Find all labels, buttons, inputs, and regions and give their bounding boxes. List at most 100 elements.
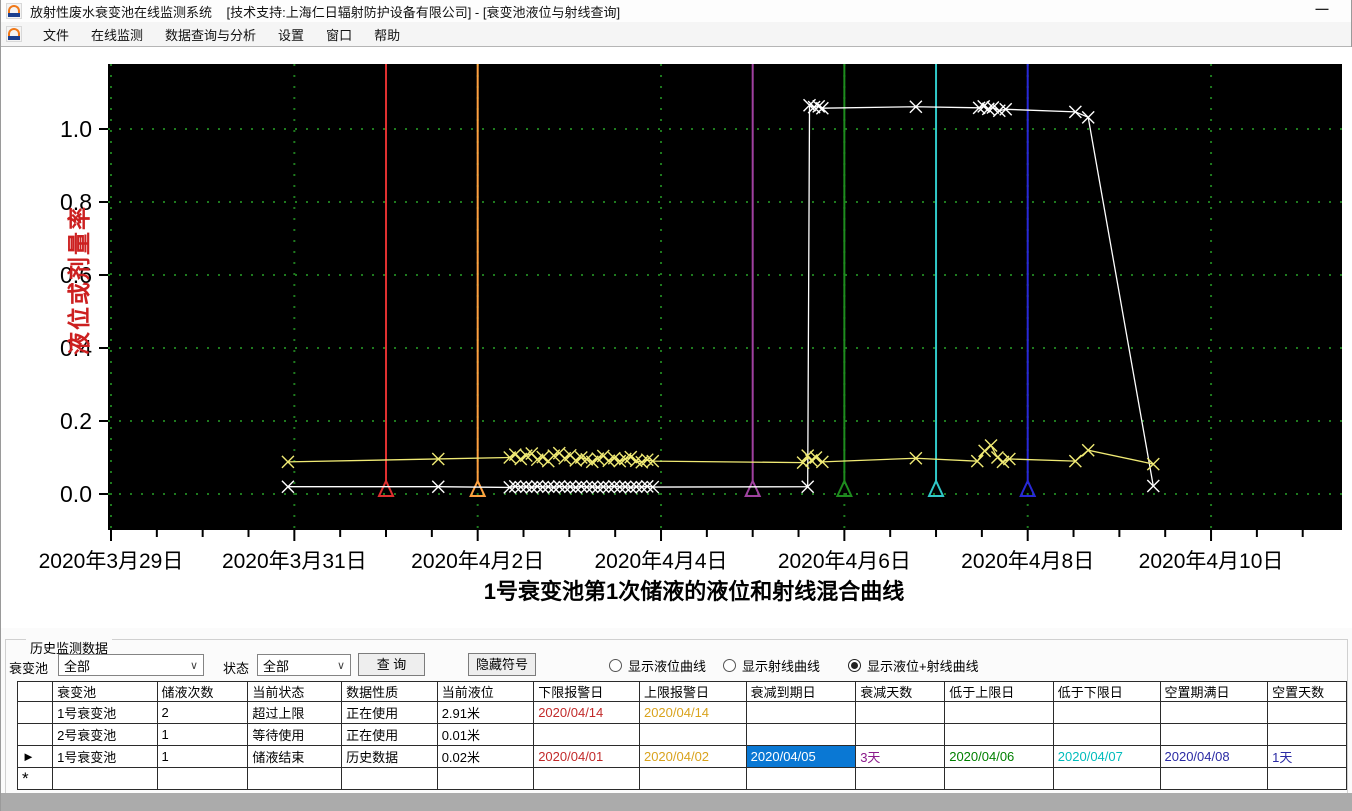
col-header-9[interactable]: 低于上限日 — [944, 681, 1054, 702]
table-cell[interactable] — [944, 767, 1054, 790]
table-cell[interactable]: 正在使用 — [341, 723, 438, 746]
table-cell[interactable]: 2020/04/14 — [638, 701, 747, 724]
radio-circle-icon — [723, 659, 736, 672]
mdi-child-icon[interactable] — [6, 26, 22, 42]
row-selector[interactable] — [17, 723, 54, 746]
table-cell[interactable]: 2020/04/08 — [1159, 745, 1269, 768]
col-header-2[interactable]: 当前状态 — [247, 681, 343, 702]
table-cell[interactable] — [533, 723, 640, 746]
table-cell[interactable] — [745, 701, 857, 724]
table-cell[interactable]: 超过上限 — [247, 701, 343, 724]
table-cell[interactable] — [855, 701, 946, 724]
table-cell[interactable] — [1159, 767, 1269, 790]
table-cell[interactable] — [436, 767, 535, 790]
table-cell[interactable] — [1159, 701, 1269, 724]
table-cell[interactable] — [1052, 701, 1161, 724]
menu-bar: 文件 在线监测 数据查询与分析 设置 窗口 帮助 — [1, 22, 1351, 47]
table-cell[interactable] — [247, 767, 343, 790]
table-cell[interactable]: 1 — [156, 745, 249, 768]
table-cell[interactable] — [1052, 723, 1161, 746]
table-cell[interactable] — [533, 767, 640, 790]
current-row-indicator[interactable]: ► — [17, 745, 54, 768]
table-cell[interactable] — [1267, 723, 1347, 746]
col-header-12[interactable]: 空置天数 — [1267, 681, 1347, 702]
table-cell[interactable] — [745, 723, 857, 746]
radio-label: 显示液位曲线 — [628, 659, 707, 674]
status-select[interactable]: 全部 ∨ — [257, 654, 351, 676]
table-cell[interactable] — [944, 723, 1054, 746]
col-header-0[interactable]: 衰变池 — [52, 681, 158, 702]
table-cell[interactable] — [156, 767, 249, 790]
horizontal-scrollbar-track[interactable] — [1, 793, 1352, 811]
radio-level-plus-ray-curve[interactable]: 显示液位+射线曲线 — [848, 656, 979, 675]
table-cell[interactable]: 2020/04/14 — [533, 701, 640, 724]
app-window: 放射性废水衰变池在线监测系统 [技术支持:上海仁日辐射防护设备有限公司] - [… — [0, 0, 1352, 811]
table-cell[interactable]: 1天 — [1267, 745, 1347, 768]
row-selector[interactable] — [17, 701, 54, 724]
menu-item-0[interactable]: 文件 — [32, 25, 80, 46]
col-header-6[interactable]: 上限报警日 — [638, 681, 747, 702]
svg-text:1.0: 1.0 — [60, 116, 92, 142]
table-cell[interactable] — [52, 767, 158, 790]
table-cell[interactable]: 2020/04/01 — [533, 745, 640, 768]
table-cell[interactable]: 2020/04/02 — [638, 745, 747, 768]
table-cell[interactable]: 历史数据 — [341, 745, 438, 768]
minimize-button[interactable]: — — [1313, 2, 1331, 17]
radio-level-curve[interactable]: 显示液位曲线 — [609, 656, 706, 675]
table-cell[interactable] — [745, 767, 857, 790]
chevron-down-icon: ∨ — [336, 659, 345, 672]
radio-circle-icon — [848, 659, 861, 672]
chart-title: 1号衰变池第1次储液的液位和射线混合曲线 — [484, 579, 904, 604]
table-cell[interactable]: 0.01米 — [436, 723, 535, 746]
table-cell[interactable]: 正在使用 — [341, 701, 438, 724]
table-cell[interactable] — [855, 767, 946, 790]
table-cell[interactable]: 1号衰变池 — [52, 745, 158, 768]
history-section: 历史监测数据 衰变池 全部 ∨ 状态 全部 ∨ 查 询 隐藏符号 显示液位曲线显… — [1, 628, 1352, 811]
table-cell[interactable] — [1267, 767, 1347, 790]
table-cell[interactable]: 1 — [156, 723, 249, 746]
hide-symbols-button[interactable]: 隐藏符号 — [468, 653, 536, 676]
table-cell[interactable] — [1267, 701, 1347, 724]
table-cell[interactable] — [638, 723, 747, 746]
new-row-indicator[interactable]: * — [17, 767, 54, 790]
col-header-5[interactable]: 下限报警日 — [533, 681, 640, 702]
col-header-11[interactable]: 空置期满日 — [1159, 681, 1269, 702]
col-header-1[interactable]: 储液次数 — [156, 681, 249, 702]
table-cell[interactable]: 3天 — [855, 745, 946, 768]
table-cell[interactable] — [341, 767, 438, 790]
table-cell[interactable] — [1052, 767, 1161, 790]
col-header-7[interactable]: 衰减到期日 — [745, 681, 857, 702]
selected-cell[interactable]: 2020/04/05 — [745, 745, 857, 768]
title-bar: 放射性废水衰变池在线监测系统 [技术支持:上海仁日辐射防护设备有限公司] - [… — [1, 0, 1351, 22]
query-button[interactable]: 查 询 — [358, 653, 425, 676]
table-cell[interactable]: 储液结束 — [247, 745, 343, 768]
col-header-8[interactable]: 衰减天数 — [855, 681, 946, 702]
history-table: 衰变池 储液次数 当前状态 数据性质 当前液位 下限报警日 上限报警日 衰减到期日 衰减天数 低于… — [17, 681, 1347, 790]
table-cell[interactable]: 1号衰变池 — [52, 701, 158, 724]
table-cell[interactable]: 2号衰变池 — [52, 723, 158, 746]
menu-item-1[interactable]: 在线监测 — [80, 25, 154, 46]
table-cell[interactable]: 2 — [156, 701, 249, 724]
table-cell[interactable]: 0.02米 — [436, 745, 535, 768]
svg-text:2020年4月4日: 2020年4月4日 — [594, 550, 727, 573]
table-cell[interactable] — [1159, 723, 1269, 746]
table-cell[interactable] — [855, 723, 946, 746]
pool-select-value: 全部 — [64, 658, 91, 674]
table-cell[interactable]: 2020/04/06 — [944, 745, 1054, 768]
menu-item-2[interactable]: 数据查询与分析 — [154, 25, 267, 46]
table-cell[interactable]: 等待使用 — [247, 723, 343, 746]
y-axis-label: 液位或剂量率 — [66, 205, 92, 355]
window-title: 放射性废水衰变池在线监测系统 [技术支持:上海仁日辐射防护设备有限公司] - [… — [30, 4, 621, 20]
menu-item-5[interactable]: 帮助 — [363, 25, 411, 46]
menu-item-4[interactable]: 窗口 — [315, 25, 363, 46]
col-header-3[interactable]: 数据性质 — [341, 681, 438, 702]
pool-select[interactable]: 全部 ∨ — [58, 654, 204, 676]
menu-item-3[interactable]: 设置 — [267, 25, 315, 46]
table-cell[interactable]: 2020/04/07 — [1052, 745, 1161, 768]
table-cell[interactable] — [944, 701, 1054, 724]
radio-ray-curve[interactable]: 显示射线曲线 — [723, 656, 820, 675]
table-cell[interactable]: 2.91米 — [436, 701, 535, 724]
table-cell[interactable] — [638, 767, 747, 790]
col-header-10[interactable]: 低于下限日 — [1052, 681, 1161, 702]
col-header-4[interactable]: 当前液位 — [436, 681, 535, 702]
